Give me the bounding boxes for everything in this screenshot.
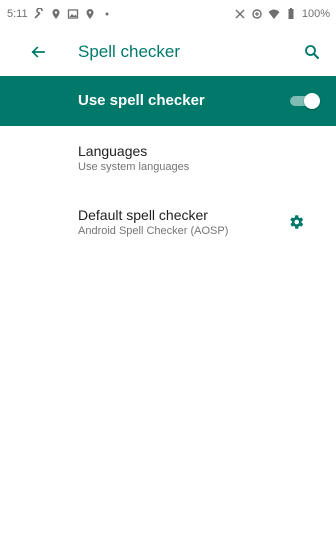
pref-title: Languages <box>78 143 148 159</box>
data-saver-icon <box>251 8 263 20</box>
location-icon <box>84 8 96 20</box>
pref-summary: Use system languages <box>78 161 190 173</box>
status-bar: 5:11 100% <box>0 0 336 28</box>
vibrate-icon <box>234 8 246 20</box>
gear-icon[interactable] <box>286 212 306 232</box>
pref-summary: Android Spell Checker (AOSP) <box>78 225 229 237</box>
spell-checker-toggle[interactable] <box>290 93 320 109</box>
wrench-icon <box>33 8 45 20</box>
master-switch-label: Use spell checker <box>78 92 205 109</box>
battery-icon <box>285 8 297 20</box>
location-icon <box>50 8 62 20</box>
pref-title: Default spell checker <box>78 207 208 223</box>
master-switch-bar[interactable]: Use spell checker <box>0 76 336 126</box>
status-time: 5:11 <box>7 8 28 20</box>
dot-icon <box>101 8 113 20</box>
status-left: 5:11 <box>7 8 113 20</box>
page-title: Spell checker <box>78 42 181 61</box>
back-arrow-icon[interactable] <box>26 40 50 64</box>
wifi-icon <box>268 8 280 20</box>
app-bar: Spell checker <box>0 28 336 76</box>
default-spell-checker-preference[interactable]: Default spell checker Android Spell Chec… <box>0 198 336 254</box>
languages-preference[interactable]: Languages Use system languages <box>0 134 336 190</box>
image-icon <box>67 8 79 20</box>
search-icon[interactable] <box>300 40 324 64</box>
status-right: 100% <box>234 8 330 20</box>
battery-percent: 100% <box>301 8 330 20</box>
toggle-thumb <box>304 93 320 109</box>
